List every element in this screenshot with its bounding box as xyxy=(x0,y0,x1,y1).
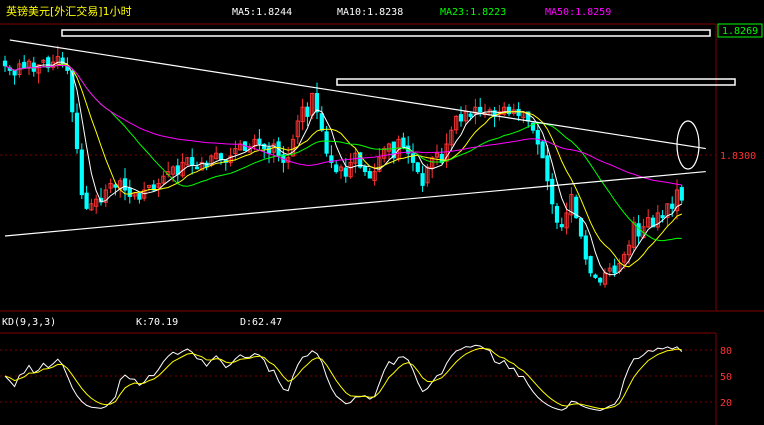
candle-body xyxy=(598,277,603,283)
kd-tick-50: 50 xyxy=(720,372,732,383)
candle-body xyxy=(22,61,27,69)
forex-chart[interactable]: 英镑美元[外汇交易]1小时 MA5:1.8244 MA10:1.8238 MA23:… xyxy=(0,0,764,425)
candle-body xyxy=(550,178,555,205)
kd-lines xyxy=(4,344,683,412)
resistance-box-lower xyxy=(336,78,736,86)
candle-body xyxy=(46,57,51,69)
kd-panel[interactable]: KD(9,3,3) K:70.19 D:62.47 80 50 20 xyxy=(0,310,764,425)
candle-body xyxy=(559,224,564,228)
candle-body xyxy=(458,114,464,122)
candle-body xyxy=(516,108,521,116)
d-line xyxy=(4,347,682,410)
candle-body xyxy=(334,164,339,173)
ma-label-0: MA5:1.8244 xyxy=(232,7,292,18)
kd-tick-80: 80 xyxy=(720,346,732,357)
candle-body xyxy=(420,173,425,186)
candle-body xyxy=(122,178,128,191)
moving-average-lines xyxy=(4,61,683,276)
candle-body xyxy=(79,149,84,196)
candle-body xyxy=(262,143,267,150)
candle-body xyxy=(588,256,593,274)
candle-body xyxy=(478,106,483,113)
candle-body xyxy=(578,218,584,237)
candle-body xyxy=(540,141,545,159)
candle-body xyxy=(670,203,675,209)
candle-body xyxy=(545,155,550,182)
ma5-line xyxy=(4,61,683,276)
candle-body xyxy=(12,69,17,76)
candle-body xyxy=(554,205,560,223)
candle-body xyxy=(257,138,262,145)
candle-body xyxy=(367,171,372,179)
chart-title: 英镑美元[外汇交易]1小时 xyxy=(6,4,132,18)
candle-body xyxy=(324,131,329,154)
candle-body xyxy=(127,187,132,197)
candle-body xyxy=(314,93,320,113)
kd-d-value: D:62.47 xyxy=(240,317,282,328)
ma-legend: MA5:1.8244 MA10:1.8238 MA23:1.8223 MA50:1.8… xyxy=(232,7,611,18)
candle-body xyxy=(401,137,406,148)
kd-k-value: K:70.19 xyxy=(136,317,178,328)
candle-body xyxy=(194,166,200,170)
candle-body xyxy=(2,60,8,67)
price-panel[interactable]: 1.8269 1.8300 xyxy=(0,23,763,310)
resistance-box-upper xyxy=(61,29,711,37)
candle-body xyxy=(415,162,420,173)
candle-body xyxy=(583,235,588,260)
current-price-label: 1.8269 xyxy=(722,26,758,37)
trendline-0 xyxy=(9,39,706,150)
price-tick-1.8300: 1.8300 xyxy=(720,151,756,162)
candle-body xyxy=(612,265,617,274)
candle-body xyxy=(410,153,416,163)
candle-body xyxy=(679,187,684,201)
candle-body xyxy=(343,167,348,177)
candle-body xyxy=(218,153,224,161)
trendlines xyxy=(4,39,706,237)
ma50-line xyxy=(4,64,682,186)
candle-body xyxy=(305,106,310,117)
candle-body xyxy=(660,215,665,219)
ma-label-3: MA50:1.8259 xyxy=(545,7,611,18)
candle-body xyxy=(362,166,368,173)
candle-body xyxy=(535,130,540,145)
candle-body xyxy=(84,192,89,209)
candle-body xyxy=(468,113,473,117)
k-line xyxy=(4,344,683,412)
candle-body xyxy=(319,113,324,131)
candle-body xyxy=(137,193,142,200)
candle-body xyxy=(439,153,444,163)
candle-body xyxy=(74,112,80,150)
kd-indicator-name: KD(9,3,3) xyxy=(2,317,56,328)
candle-body xyxy=(190,157,195,166)
candle-body xyxy=(593,274,598,278)
kd-tick-20: 20 xyxy=(720,398,732,409)
ma-label-1: MA10:1.8238 xyxy=(337,7,403,18)
ma-label-2: MA23:1.8223 xyxy=(440,7,506,18)
candlesticks xyxy=(2,45,684,288)
